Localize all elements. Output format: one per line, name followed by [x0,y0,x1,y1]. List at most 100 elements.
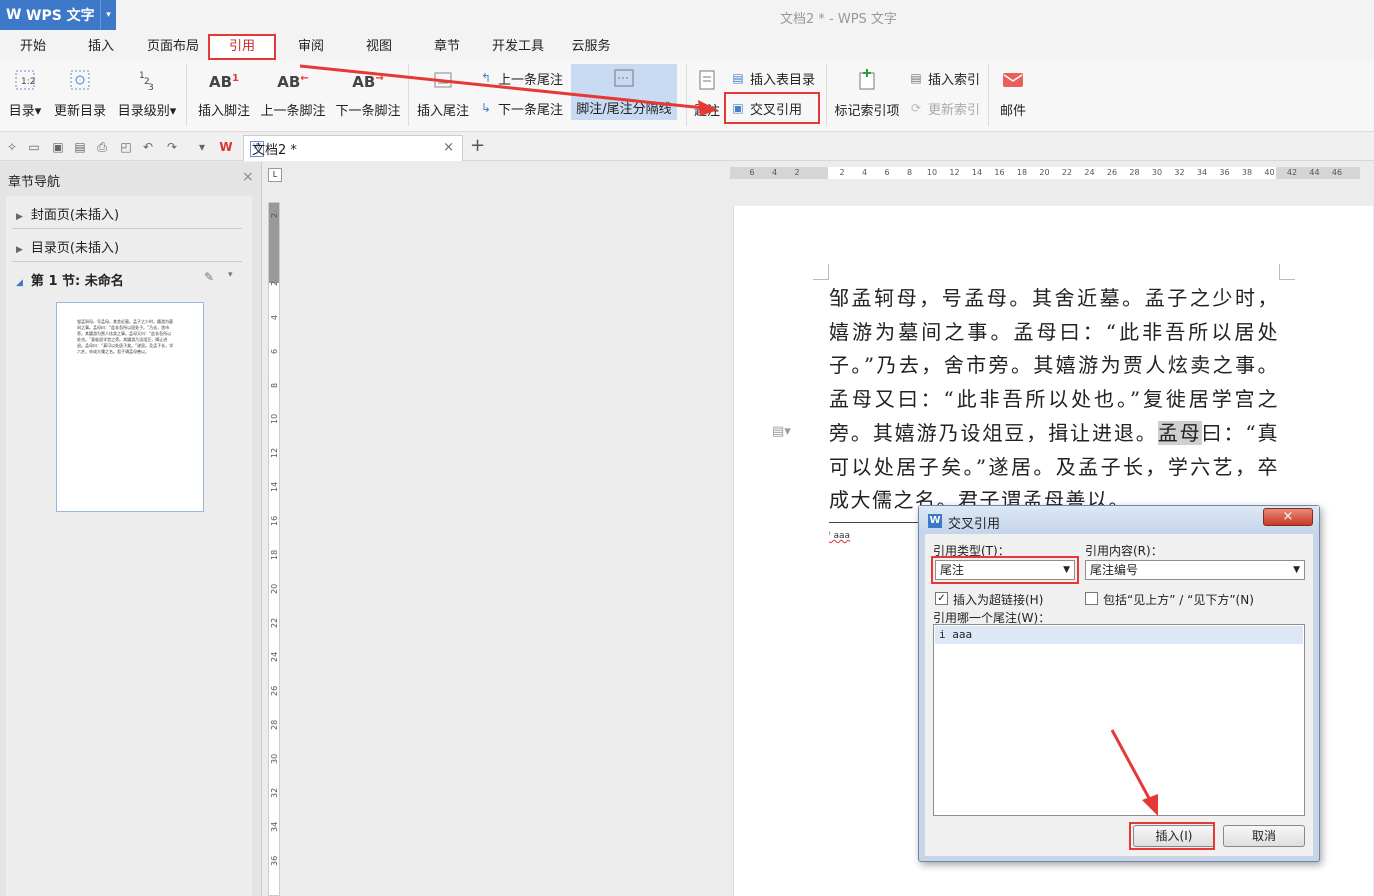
ruler-tick: 20 [1039,168,1050,177]
insert-footnote-button[interactable]: AB1 插入脚注 [194,66,254,120]
mark-index-label: 标记索引项 [834,104,900,119]
ruler-tick: 26 [1106,168,1118,177]
ruler-tick: 10 [270,413,279,424]
dialog-close-button[interactable]: × [1263,508,1313,526]
vertical-ruler[interactable]: 2 2 4 6 8 10 12 14 16 18 20 22 24 26 28 30 32 34 36 [268,202,280,896]
page-thumbnail[interactable]: 邹孟轲母，号孟母。其舍近墓。孟子之少时，嬉游为墓间之事。孟母曰：“此非吾所以居处… [56,302,204,512]
tab-review[interactable]: 审阅 [292,34,330,60]
above-below-checkbox[interactable] [1085,592,1098,605]
ruler-tick: 8 [906,168,913,177]
nav-item-toc[interactable]: ▶ 目录页(未插入) [16,237,119,256]
edit-pencil-icon[interactable]: ✎ [204,270,214,284]
insert-endnote-button[interactable]: 插入尾注 [414,66,472,119]
ruler-tick: 12 [270,447,279,458]
toc-level-button[interactable]: 123 目录级别▾ [114,66,180,119]
chevron-down-icon[interactable]: ▾ [100,0,116,30]
open-folder-icon[interactable]: ▭ [26,139,42,155]
ruler-tick: 44 [1309,168,1320,177]
undo-icon[interactable]: ↶ [140,139,156,155]
tab-references[interactable]: 引用 [208,34,276,60]
ruler-tick: 4 [771,168,778,177]
ruler-tick: 10 [926,168,938,177]
caption-button[interactable]: 题注 [690,66,724,119]
update-toc-button[interactable]: 更新目录 [50,66,110,119]
divider [988,64,989,126]
redo-icon[interactable]: ↷ [164,139,180,155]
ruler-tick: 12 [949,168,960,177]
tab-cloud[interactable]: 云服务 [566,34,616,60]
mail-button[interactable]: 邮件 [994,66,1032,119]
save-icon[interactable]: ▣ [50,139,66,155]
insert-index-button[interactable]: ▤ 插入索引 [908,68,980,88]
ruler-tick: 24 [1084,168,1095,177]
mail-label: 邮件 [999,104,1026,119]
nav-item-cover[interactable]: ▶ 封面页(未插入) [16,204,119,223]
horizontal-ruler[interactable]: 6 4 2 2 4 6 8 10 12 14 16 18 20 22 24 26 28 30 32 34 36 38 40 4… [730,167,1360,179]
tab-insert[interactable]: 插入 [82,34,120,60]
close-icon[interactable]: × [443,140,454,155]
nav-item-section-1[interactable]: ◢ 第 1 节: 未命名 [16,270,124,289]
document-paragraph[interactable]: 邹孟轲母，号孟母。其舍近墓。孟子之少时，嬉游为墓间之事。孟母曰：“此非吾所以居处… [829,282,1279,518]
cancel-button[interactable]: 取消 [1223,825,1305,847]
toc-level-label: 目录级别 [117,104,170,119]
prev-footnote-label: 上一条脚注 [260,104,326,119]
ruler-tick: 4 [861,168,868,177]
hyperlink-checkbox[interactable]: ✓ [935,592,948,605]
caption-label: 题注 [693,104,720,119]
ruler-tick: 38 [1241,168,1253,177]
export-pdf-icon[interactable]: ▤ [72,139,88,155]
ruler-tick: 8 [270,382,279,389]
next-endnote-button[interactable]: ↳ 下一条尾注 [478,98,563,118]
ruler-tick: 6 [749,168,755,177]
print-icon[interactable]: ⎙ [94,139,110,155]
ref-type-highlight [931,556,1079,584]
endnote-list[interactable]: i aaa [933,624,1305,816]
next-footnote-button[interactable]: AB→ 下一条脚注 [332,66,404,120]
dialog-title-bar[interactable]: W 交叉引用 × [919,506,1319,534]
mark-index-button[interactable]: 标记索引项 [830,66,904,119]
ruler-tick: 34 [1196,168,1208,177]
ruler-tick: 22 [1061,168,1073,177]
tab-view[interactable]: 视图 [360,34,398,60]
ruler-tick: 16 [270,515,279,526]
close-icon[interactable]: × [242,169,254,185]
endnote-text[interactable]: ⁱ aaa [829,531,850,541]
nav-body: ▶ 封面页(未插入) ▶ 目录页(未插入) ◢ 第 1 节: 未命名 ✎ ▾ 邹孟轲母… [6,196,252,896]
chevron-right-icon: ▶ [16,212,23,222]
next-footnote-icon: AB→ [352,72,384,91]
nav-item-label: 封面页(未插入) [30,208,120,223]
ruler-tick: 6 [270,348,279,355]
ruler-tick: 24 [270,651,279,662]
wps-app-button[interactable]: W WPS 文字 ▾ [0,0,116,30]
print-preview-icon[interactable]: ◰ [118,139,134,155]
refresh-toc-icon [67,66,93,94]
insert-table-toc-button[interactable]: ▤ 插入表目录 [730,68,815,88]
endnote-separator [829,522,925,523]
tab-home[interactable]: 开始 [14,34,52,60]
new-file-icon[interactable]: ✧ [4,139,20,155]
dialog-body: 引用类型(T)： 引用内容(R)： 尾注 ▼ 尾注编号 ▼ ✓ 插入为超链接(H… [925,534,1313,856]
list-item[interactable]: i aaa [935,626,1303,644]
tab-chapter[interactable]: 章节 [428,34,466,60]
prev-footnote-button[interactable]: AB← 上一条脚注 [258,66,328,120]
tab-stop-selector[interactable]: L [268,168,282,182]
ruler-tick: 32 [1174,168,1185,177]
ruler-tick: 40 [1264,168,1275,177]
tab-page-layout[interactable]: 页面布局 [142,34,204,60]
chevron-down-icon: ▼ [1293,565,1300,575]
tab-developer[interactable]: 开发工具 [486,34,550,60]
chevron-down-icon[interactable]: ▾ [228,270,233,280]
insert-footnote-label: 插入脚注 [197,104,250,119]
ref-content-select[interactable]: 尾注编号 ▼ [1085,560,1305,580]
prev-endnote-button[interactable]: ↰ 上一条尾注 [478,68,563,88]
ruler-tick: 2 [794,168,800,177]
ruler-tick: 34 [270,821,279,832]
paragraph-layout-icon[interactable]: ▤▾ [772,424,791,439]
document-tab[interactable]: W 文档2 * × [243,135,463,161]
toc-button[interactable]: 1:2 目录▾ [4,66,46,119]
nav-item-label: 目录页(未插入) [30,241,120,256]
wps-logo-icon[interactable]: W [218,139,234,155]
separator-button[interactable]: 脚注/尾注分隔线 [571,64,677,120]
add-tab-icon[interactable]: + [470,135,485,156]
chevron-down-icon[interactable]: ▾ [194,139,210,155]
